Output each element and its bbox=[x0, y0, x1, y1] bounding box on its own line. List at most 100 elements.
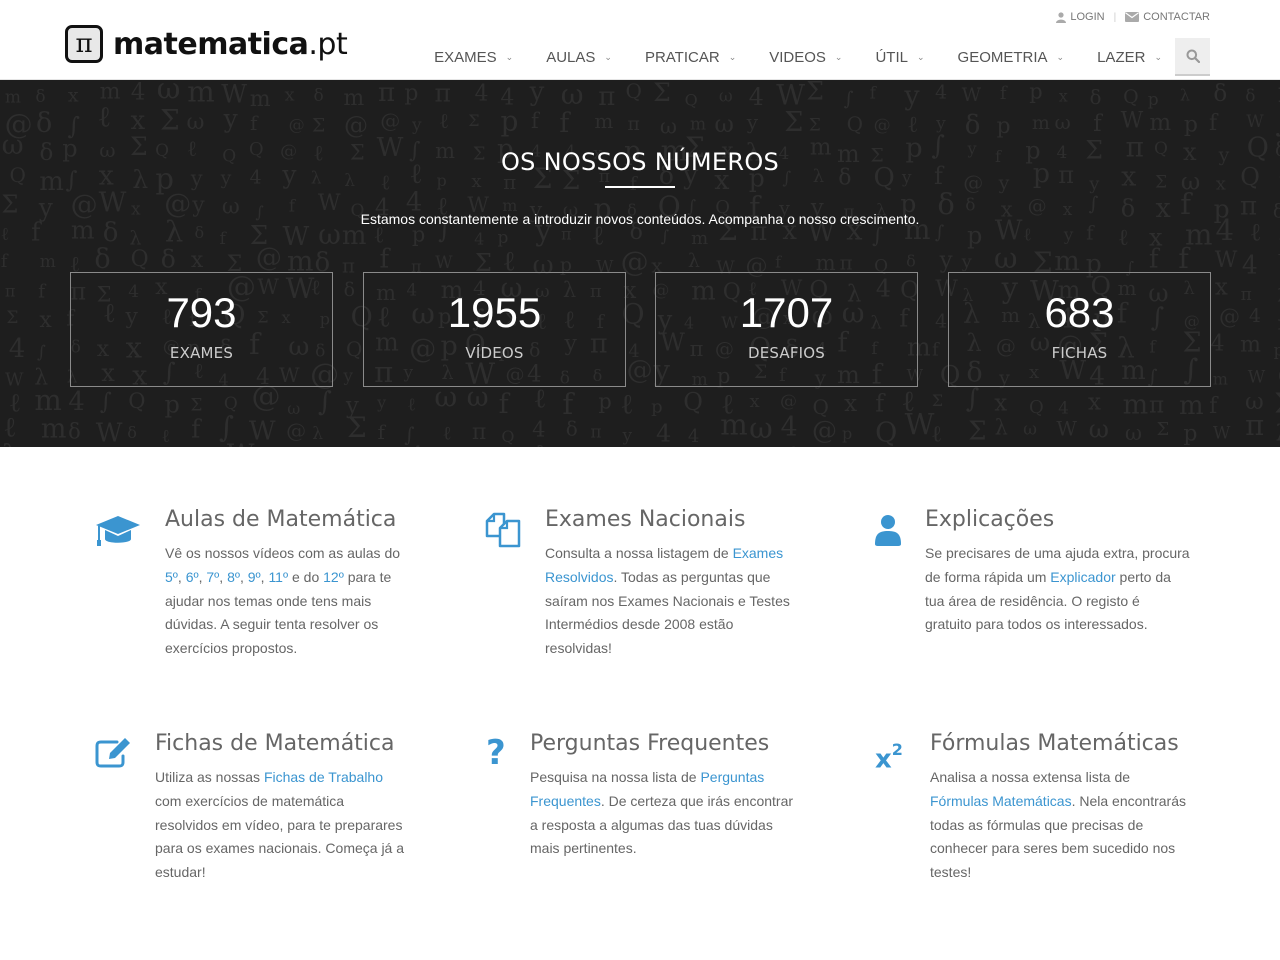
background-glyph: f bbox=[38, 280, 47, 302]
background-glyph: f bbox=[559, 108, 571, 139]
background-glyph: m bbox=[691, 228, 708, 249]
background-glyph: ω bbox=[1125, 421, 1142, 445]
background-glyph: δ bbox=[344, 279, 355, 301]
background-glyph: p bbox=[404, 81, 418, 106]
background-glyph: δ bbox=[68, 420, 81, 444]
site-logo[interactable]: π matematica.pt bbox=[65, 25, 348, 63]
contact-link[interactable]: CONTACTAR bbox=[1125, 11, 1210, 23]
background-glyph: ω bbox=[1089, 415, 1109, 444]
background-glyph: f bbox=[1209, 394, 1219, 419]
stat-label: DESAFIOS bbox=[747, 344, 826, 362]
separator: , bbox=[239, 568, 248, 585]
background-glyph: ℓ bbox=[746, 440, 759, 447]
background-glyph: f bbox=[870, 83, 878, 103]
nav-geometria[interactable]: GEOMETRIA ⌄ bbox=[958, 49, 1065, 66]
math-symbols-background: m δ x m 4 ω m Wm x δ m π p π 4 4 y ω π Q Σ Qω 4 W Σ ∫ f y 4 Wf p x δ Qp λ δ… bbox=[1, 80, 1280, 447]
background-glyph: W bbox=[435, 253, 453, 273]
feature-description: Vê os nossos vídeos com as aulas do 5º, … bbox=[165, 542, 410, 661]
link-fichas-trabalho[interactable]: Fichas de Trabalho bbox=[264, 769, 383, 785]
nav-videos[interactable]: VIDEOS ⌄ bbox=[769, 49, 842, 66]
background-glyph: δ bbox=[1245, 86, 1255, 106]
chevron-down-icon: ⌄ bbox=[728, 51, 737, 62]
feature-title: Exames Nacionais bbox=[545, 507, 746, 532]
feature-description: Consulta a nossa listagem de Exames Reso… bbox=[545, 542, 800, 661]
background-glyph: y bbox=[376, 393, 386, 412]
background-glyph: x bbox=[284, 85, 294, 106]
background-glyph: f bbox=[1, 251, 9, 272]
background-glyph: x bbox=[39, 308, 52, 333]
nav-util[interactable]: ÚTIL ⌄ bbox=[875, 49, 924, 66]
background-glyph: λ bbox=[1180, 85, 1190, 104]
desc-text: com exercícios de matemática resolvidos … bbox=[155, 792, 405, 881]
background-glyph: y bbox=[69, 443, 82, 447]
background-glyph: m bbox=[187, 80, 215, 109]
background-glyph: δ bbox=[36, 108, 52, 139]
nav-exames-label: EXAMES bbox=[434, 48, 497, 66]
background-glyph: Σ bbox=[784, 107, 803, 138]
chevron-down-icon: ⌄ bbox=[916, 51, 925, 62]
section-subtitle: Estamos constantemente a introduzir novo… bbox=[360, 211, 920, 227]
link-8-ano[interactable]: 8º bbox=[227, 569, 240, 585]
background-glyph: Q bbox=[626, 80, 642, 103]
background-glyph: f bbox=[250, 111, 259, 135]
background-glyph: W bbox=[875, 445, 902, 447]
link-12-ano[interactable]: 12º bbox=[323, 569, 344, 585]
feature-title: Fórmulas Matemáticas bbox=[930, 731, 1179, 756]
link-7-ano[interactable]: 7º bbox=[206, 569, 219, 585]
link-5-ano[interactable]: 5º bbox=[165, 569, 178, 585]
nav-exames[interactable]: EXAMES ⌄ bbox=[434, 49, 513, 66]
graduation-cap-icon bbox=[96, 516, 140, 546]
background-glyph: ω bbox=[287, 399, 300, 418]
background-glyph: x bbox=[1215, 274, 1228, 300]
search-button[interactable] bbox=[1175, 38, 1210, 76]
background-glyph: 4 bbox=[9, 334, 26, 364]
background-glyph: π bbox=[342, 253, 355, 277]
link-6-ano[interactable]: 6º bbox=[186, 569, 199, 585]
background-glyph: ∫ bbox=[966, 384, 980, 414]
background-glyph: Σ bbox=[468, 111, 479, 130]
nav-util-label: ÚTIL bbox=[875, 48, 908, 66]
background-glyph: m bbox=[250, 87, 271, 112]
background-glyph: 4 bbox=[749, 83, 764, 111]
nav-lazer[interactable]: LAZER ⌄ bbox=[1097, 49, 1162, 66]
background-glyph: W bbox=[96, 419, 123, 447]
nav-praticar[interactable]: PRATICAR ⌄ bbox=[645, 49, 736, 66]
main-navigation: EXAMES ⌄ AULAS ⌄ PRATICAR ⌄ VIDEOS ⌄ ÚTIL ⌄ G… bbox=[434, 38, 1210, 76]
link-explicador[interactable]: Explicador bbox=[1050, 569, 1115, 585]
background-glyph: x bbox=[749, 391, 759, 412]
background-glyph: 4 bbox=[474, 229, 484, 248]
feature-description: Utiliza as nossas Fichas de Trabalho com… bbox=[155, 766, 410, 885]
background-glyph: Q bbox=[683, 388, 703, 416]
background-glyph: m bbox=[1179, 391, 1204, 421]
link-11-ano[interactable]: 11º bbox=[268, 569, 288, 585]
background-glyph: π bbox=[378, 80, 395, 108]
background-glyph: m bbox=[1032, 112, 1050, 134]
login-link[interactable]: LOGIN bbox=[1056, 11, 1105, 23]
desc-text: Analisa a nossa extensa lista de bbox=[930, 769, 1131, 785]
stat-box-desafios: 1707 DESAFIOS bbox=[655, 272, 918, 387]
background-glyph: ω bbox=[1023, 420, 1037, 440]
background-glyph: W bbox=[1094, 445, 1116, 447]
background-glyph: y bbox=[1088, 173, 1100, 194]
nav-lazer-label: LAZER bbox=[1097, 48, 1146, 66]
background-glyph: ℓ bbox=[931, 421, 942, 447]
separator: , bbox=[177, 568, 186, 585]
background-glyph: π bbox=[626, 444, 641, 447]
desc-text: Utiliza as nossas bbox=[155, 769, 264, 785]
chevron-down-icon: ⌄ bbox=[604, 51, 612, 62]
background-glyph: π bbox=[5, 281, 16, 300]
background-glyph: W bbox=[905, 407, 935, 441]
nav-aulas[interactable]: AULAS ⌄ bbox=[546, 49, 612, 66]
background-glyph: m bbox=[40, 252, 56, 272]
background-glyph: π bbox=[1149, 392, 1164, 418]
nav-aulas-label: AULAS bbox=[546, 48, 596, 66]
files-icon bbox=[485, 512, 521, 548]
background-glyph: W bbox=[1213, 424, 1231, 444]
link-formulas-matematicas[interactable]: Fórmulas Matemáticas bbox=[930, 793, 1072, 809]
stat-label: VÍDEOS bbox=[465, 344, 524, 362]
desc-text: Pesquisa na nossa lista de bbox=[530, 769, 701, 785]
background-glyph: f bbox=[499, 389, 511, 420]
link-9-ano[interactable]: 9º bbox=[248, 569, 261, 585]
background-glyph: ω bbox=[1055, 110, 1071, 134]
background-glyph: Σ bbox=[190, 396, 202, 416]
